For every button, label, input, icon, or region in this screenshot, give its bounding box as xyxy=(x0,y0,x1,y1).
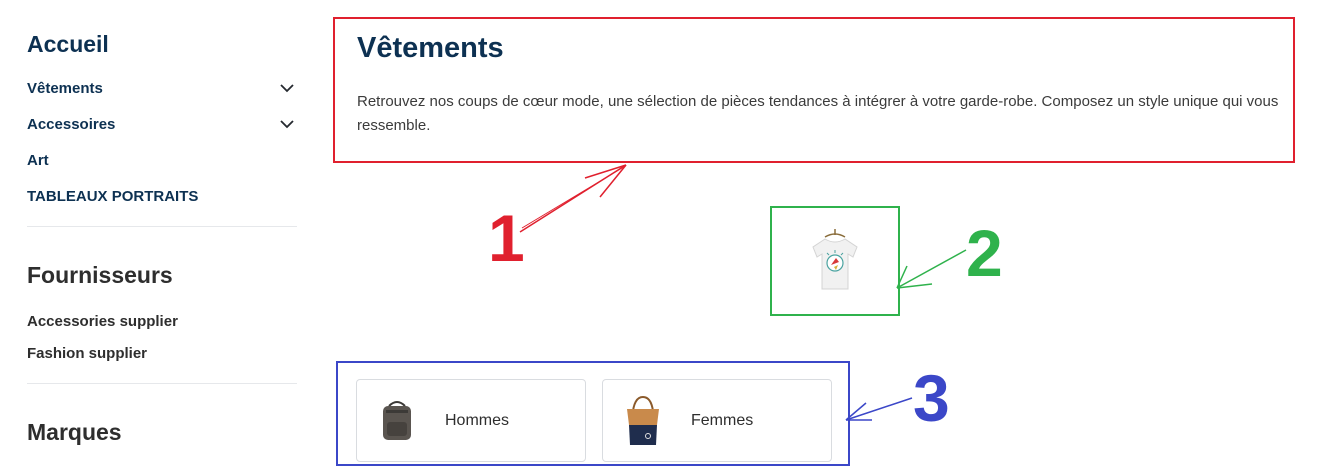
annotation-number-1: 1 xyxy=(488,201,525,275)
annotation-number-2: 2 xyxy=(966,216,1003,290)
annotation-arrows xyxy=(519,164,967,421)
annotation-number-3: 3 xyxy=(913,361,950,435)
page: Accueil Vêtements Accessoires Art TABLEA… xyxy=(0,0,1330,473)
